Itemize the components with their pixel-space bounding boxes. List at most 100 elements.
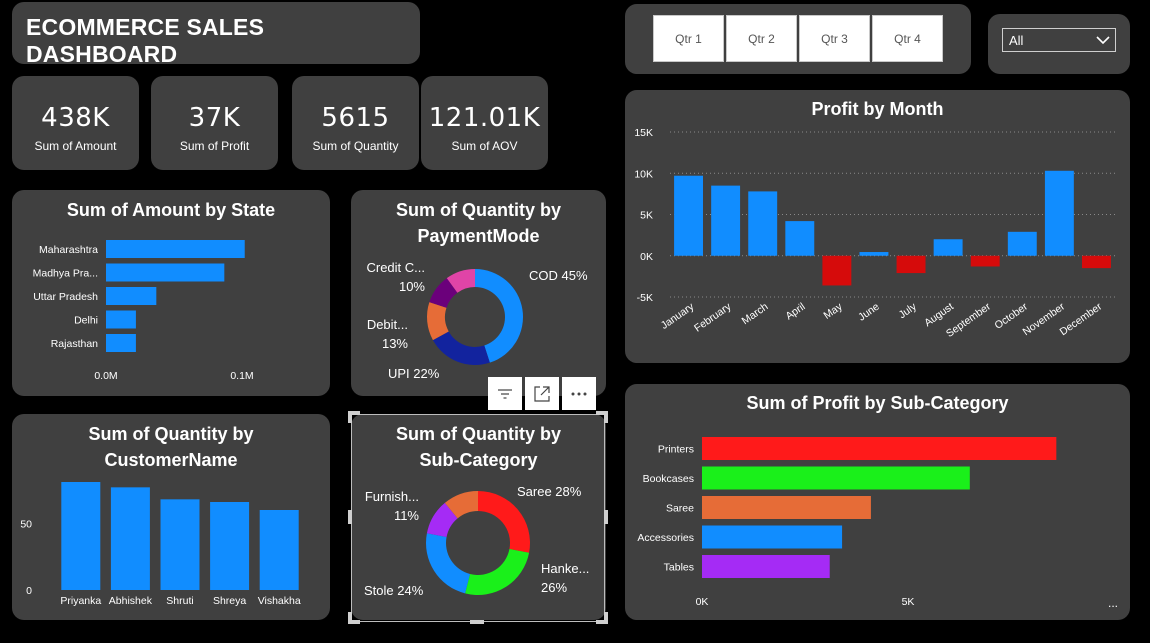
data-label: 10%	[399, 279, 425, 294]
amount-by-state-card[interactable]: Sum of Amount by State Maharashtra Madhya…	[12, 190, 330, 396]
kpi-card-quantity[interactable]: 5615 Sum of Quantity	[292, 76, 419, 170]
data-label: COD 45%	[529, 268, 588, 283]
y-tick-label: Maharashtra	[39, 244, 98, 256]
data-label: Credit C...	[366, 260, 425, 275]
y-tick-label: -5K	[637, 292, 653, 304]
y-tick-label: Tables	[664, 562, 694, 574]
more-options-button[interactable]	[562, 377, 596, 410]
focus-mode-button[interactable]	[525, 377, 559, 410]
filter-icon	[498, 388, 512, 399]
bar	[106, 287, 157, 305]
x-tick-label: Priyanka	[60, 595, 101, 607]
bar	[859, 252, 889, 256]
quarter-slicer: Qtr 1 Qtr 2 Qtr 3 Qtr 4	[625, 4, 971, 74]
x-tick-label: March	[740, 301, 771, 328]
y-tick-label: 0	[26, 585, 32, 597]
resize-handle[interactable]	[348, 612, 352, 624]
quantity-by-subcategory-chart: Saree 28% Hanke... 26% Stole 24% Furnish... 1…	[364, 484, 589, 598]
donut-slice	[478, 491, 530, 553]
bar	[1044, 170, 1074, 256]
y-tick-label: 50	[20, 518, 32, 530]
bar	[896, 255, 926, 274]
profit-by-subcategory-card[interactable]: Sum of Profit by Sub-Category Printers Bo…	[625, 384, 1130, 620]
y-tick-label: Bookcases	[643, 473, 694, 485]
kpi-value: 438K	[41, 103, 110, 133]
data-label: Hanke...	[541, 561, 589, 576]
bar	[970, 255, 1000, 267]
kpi-label: Sum of AOV	[451, 139, 518, 153]
quantity-by-paymentmode-card[interactable]: Sum of Quantity by PaymentMode COD 45% UP…	[351, 190, 606, 396]
dropdown-selected-value: All	[1009, 33, 1024, 48]
more-options-icon	[571, 392, 587, 395]
resize-handle[interactable]	[470, 620, 484, 624]
bar	[822, 255, 852, 286]
x-tick-label: January	[659, 300, 697, 332]
data-label: Furnish...	[365, 489, 419, 504]
donut-slice	[426, 533, 471, 594]
profit-by-month-card[interactable]: Profit by Month 15K 10K 5K 0K -5K January Febr…	[625, 90, 1130, 363]
x-tick-label: Shreya	[213, 595, 246, 607]
x-tick-label: Abhishek	[109, 595, 153, 607]
kpi-card-profit[interactable]: 37K Sum of Profit	[151, 76, 278, 170]
quantity-by-customer-card[interactable]: Sum of Quantity by CustomerName 50 0 Priya…	[12, 414, 330, 620]
bar	[702, 496, 871, 519]
slicer-qtr4-button[interactable]: Qtr 4	[872, 15, 943, 62]
chevron-down-icon	[1096, 36, 1110, 45]
quantity-by-subcategory-card[interactable]: Sum of Quantity by Sub-Category Saree 28…	[351, 414, 606, 620]
x-tick-label: 0K	[696, 596, 709, 608]
profit-by-subcategory-chart: Printers Bookcases Saree Accessories Tables 0…	[637, 437, 1057, 608]
x-tick-label: December	[1058, 300, 1105, 338]
dashboard-title-card: ECOMMERCE SALES DASHBOARD	[12, 2, 420, 67]
y-tick-label: 5K	[640, 210, 653, 222]
y-tick-label: Accessories	[637, 532, 694, 544]
filter-dropdown[interactable]: All	[1002, 28, 1116, 52]
resize-handle[interactable]	[348, 411, 352, 423]
x-tick-label: Shruti	[166, 595, 193, 607]
bar	[702, 525, 843, 549]
y-tick-label: Delhi	[74, 315, 98, 327]
y-tick-label: 0K	[640, 251, 653, 263]
kpi-label: Sum of Amount	[34, 139, 117, 153]
resize-handle[interactable]	[348, 510, 352, 524]
x-tick-label: July	[897, 300, 920, 321]
quantity-by-customer-chart: 50 0 Priyanka Abhishek Shruti Shreya Vishakha	[20, 482, 301, 607]
kpi-label: Sum of Quantity	[312, 139, 399, 153]
bar	[1007, 231, 1037, 256]
dropdown-slicer-card: All	[988, 14, 1130, 74]
quantity-by-paymentmode-chart: COD 45% UPI 22% Debit... 13% Credit C... 10%	[366, 260, 588, 381]
bar	[674, 175, 704, 256]
bar	[702, 555, 830, 578]
slicer-qtr2-button[interactable]: Qtr 2	[726, 15, 797, 62]
kpi-value: 121.01K	[428, 103, 541, 133]
y-tick-label: Madhya Pra...	[33, 268, 98, 280]
bar	[711, 185, 741, 256]
kpi-card-amount[interactable]: 438K Sum of Amount	[12, 76, 139, 170]
amount-by-state-chart: Maharashtra Madhya Pra... Uttar Pradesh Del…	[33, 240, 254, 382]
bar	[106, 310, 136, 329]
bar	[61, 482, 101, 590]
bar	[702, 437, 1057, 460]
y-tick-label: Saree	[666, 503, 694, 515]
resize-handle[interactable]	[604, 612, 608, 624]
bar	[106, 240, 245, 258]
slicer-qtr3-button[interactable]: Qtr 3	[799, 15, 870, 62]
bar	[110, 487, 150, 590]
profit-by-month-chart: 15K 10K 5K 0K -5K JanuaryFebruary March April Ma…	[634, 127, 1115, 340]
filter-button[interactable]	[488, 377, 522, 410]
visual-header-toolbar	[488, 377, 596, 410]
kpi-value: 5615	[321, 103, 390, 133]
bar	[106, 263, 225, 282]
x-tick-label: May	[821, 300, 845, 322]
resize-handle[interactable]	[604, 411, 608, 423]
kpi-card-aov[interactable]: 121.01K Sum of AOV	[421, 76, 548, 170]
resize-handle[interactable]	[604, 510, 608, 524]
data-label: UPI 22%	[388, 366, 440, 381]
more-options-icon[interactable]: ...	[1108, 596, 1118, 610]
data-label: Saree 28%	[517, 484, 582, 499]
y-tick-label: Rajasthan	[51, 338, 98, 350]
x-tick-label: Vishakha	[258, 595, 301, 607]
data-label: Stole 24%	[364, 583, 424, 598]
slicer-qtr1-button[interactable]: Qtr 1	[653, 15, 724, 62]
x-tick-label: 0.1M	[230, 370, 253, 382]
donut-slice	[465, 548, 530, 595]
